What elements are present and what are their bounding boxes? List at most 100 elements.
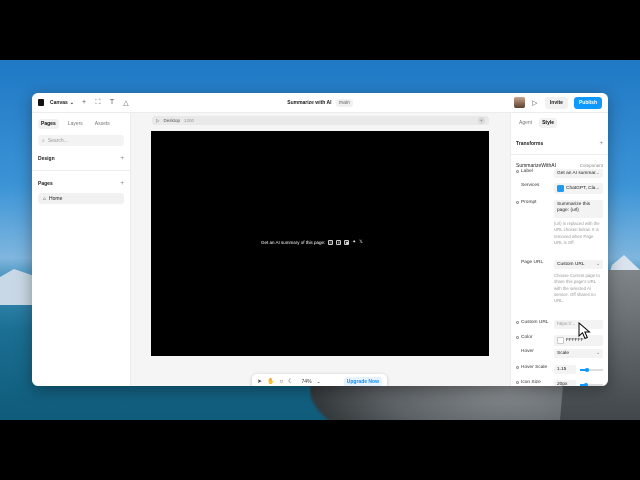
left-panel: Pages Layers Assets ⌕ Search... Design +… [32,113,131,386]
add-icon[interactable]: + [599,141,603,147]
prop-name: Custom URL [521,320,549,325]
comment-icon[interactable]: ○ [280,379,284,385]
top-toolbar: Canvas ⌄ + ⛶ T △ Summarize with AI main … [32,93,608,113]
variable-dot-icon[interactable] [516,201,519,204]
claude-icon[interactable]: ✳ [336,239,342,245]
transforms-section[interactable]: Transforms + [511,141,608,147]
frame-icon[interactable]: ⛶ [94,99,102,107]
branch-badge: main [335,98,353,107]
chevron-down-icon: ⌄ [595,351,600,356]
play-preview-icon[interactable]: ▷ [531,99,539,107]
divider [511,154,608,155]
x-grok-icon[interactable]: 𝕏 [359,239,363,245]
insert-icon[interactable]: + [80,99,88,106]
prop-hover-scale-row: Hover Scale 1.15 [516,365,603,374]
invite-button[interactable]: Invite [544,96,568,109]
add-icon[interactable]: + [120,156,124,162]
color-swatch[interactable] [557,337,564,344]
prop-name: Page URL [521,260,544,265]
breakpoint-bar[interactable]: ▷ Desktop 1200 + [152,116,489,125]
avatar[interactable] [513,97,525,108]
shape-icon[interactable]: △ [122,99,130,107]
hover-scale-slider[interactable] [580,367,603,372]
variable-dot-icon[interactable] [516,381,519,384]
section-title: Design [38,156,55,162]
label-input[interactable]: Get an AI summar... [554,169,603,178]
bottom-toolbar: ➤ ✋ ○ ☾ 74% ⌄ Upgrade Now [252,374,387,386]
chevron-down-icon: ⌄ [595,262,600,267]
publish-button[interactable]: Publish [573,96,602,109]
page-url-select[interactable]: Custom URL ⌄ [554,260,603,269]
framer-logo-icon[interactable] [38,99,44,106]
prop-hover-row: Hover Scale ⌄ [516,349,603,358]
prop-name: Hover Scale [521,365,548,370]
prop-name: Hover [521,349,534,354]
search-input[interactable]: ⌕ Search... [38,135,124,146]
tab-layers[interactable]: Layers [65,119,86,129]
chevron-down-icon: ⌄ [316,378,321,385]
app-window: Canvas ⌄ + ⛶ T △ Summarize with AI main … [32,93,608,386]
services-icon [557,185,564,192]
hand-tool-icon[interactable]: ✋ [267,378,274,385]
tab-style[interactable]: Style [539,118,558,128]
tab-pages[interactable]: Pages [38,119,59,129]
icon-size-slider[interactable] [580,382,603,386]
pages-section[interactable]: Pages + [32,181,130,187]
project-name: Canvas [50,99,68,106]
tab-agent[interactable]: Agent [516,118,535,128]
hover-scale-input[interactable]: 1.15 [554,365,576,374]
add-page-icon[interactable]: + [120,181,124,187]
canvas-area[interactable]: ▷ Desktop 1200 + Get an AI summary of th… [131,113,510,386]
prop-name: Prompt [521,200,537,205]
divider [32,170,130,171]
breakpoint-width: 1200 [183,118,194,123]
page-url-help-text: Choose Current page to share this page's… [554,273,600,304]
chatgpt-icon[interactable]: ◎ [328,239,334,245]
add-breakpoint-icon[interactable]: + [478,117,485,124]
summary-label: Get an AI summary of this page: [261,239,326,245]
variable-dot-icon[interactable] [516,170,519,173]
variable-dot-icon[interactable] [516,321,519,324]
chevron-down-icon: ⌄ [69,99,74,106]
upgrade-button[interactable]: Upgrade Now [343,376,382,386]
tab-assets[interactable]: Assets [92,119,113,129]
page-url-value: Custom URL [557,262,585,267]
prop-icon-size-row: Icon Size 20px [516,380,603,386]
variable-dot-icon[interactable] [516,336,519,339]
services-value: ChatGPT, Cla... [566,186,600,191]
project-menu[interactable]: Canvas ⌄ [50,100,74,106]
play-icon[interactable]: ▷ [156,118,159,124]
prop-name: Icon Size [521,380,541,385]
prompt-textarea[interactable]: Summarize this page: {url} [554,200,603,218]
pointer-tool-icon[interactable]: ➤ [257,378,262,385]
prop-prompt-row: Prompt Summarize this page: {url} [516,200,603,218]
services-picker[interactable]: ChatGPT, Cla... [554,183,603,194]
prompt-help-text: {url} is replaced with the URL chosen be… [554,221,600,245]
text-icon[interactable]: T [108,99,116,106]
prop-name: Services [521,183,540,188]
breakpoint-name: Desktop [163,118,180,123]
theme-icon[interactable]: ☾ [288,378,293,385]
summarize-with-ai-component[interactable]: Get an AI summary of this page: ◎ ✳ ▣ ✦ … [261,239,363,245]
section-title: Pages [38,181,53,187]
prop-label-row: Label Get an AI summar... [516,169,603,178]
home-icon: ⌂ [43,195,47,202]
hover-select[interactable]: Scale ⌄ [554,349,603,358]
prop-page-url-row: Page URL Custom URL ⌄ [516,260,603,269]
gemini-icon[interactable]: ✦ [352,239,356,245]
design-section[interactable]: Design + [32,156,130,162]
zoom-level[interactable]: 74% [302,379,312,385]
icon-size-input[interactable]: 20px [554,380,576,386]
hover-value: Scale [557,351,569,356]
prop-name: Color [521,335,533,340]
search-placeholder: Search... [47,137,68,144]
mouse-cursor-icon [578,322,591,340]
page-item-label: Home [49,195,63,202]
desktop-frame[interactable]: Get an AI summary of this page: ◎ ✳ ▣ ✦ … [151,131,489,356]
prop-name: Label [521,169,533,174]
search-icon: ⌕ [42,137,45,144]
page-item-home[interactable]: ⌂ Home [38,193,124,204]
variable-dot-icon[interactable] [516,366,519,369]
section-title: Transforms [516,141,544,147]
perplexity-icon[interactable]: ▣ [344,239,350,245]
